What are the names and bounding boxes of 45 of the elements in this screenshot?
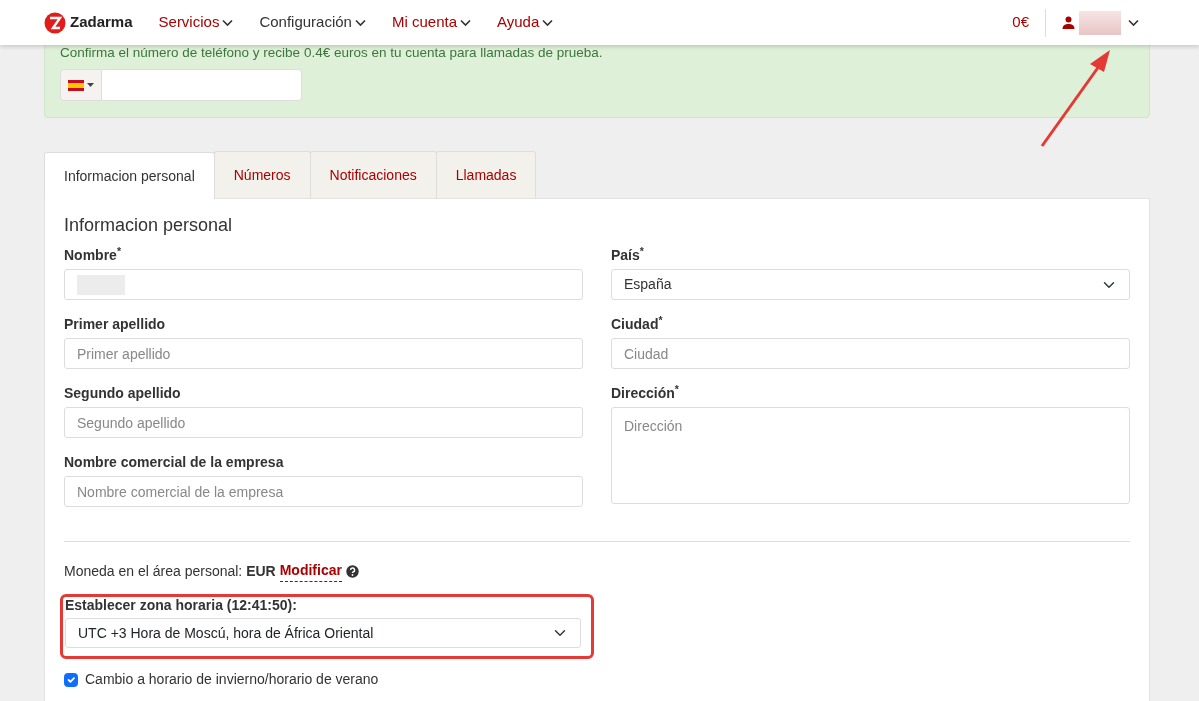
modify-link[interactable]: Modificar (279, 560, 342, 582)
phone-field[interactable] (102, 69, 302, 101)
logo-icon (44, 11, 66, 34)
chevron-icon (222, 18, 234, 27)
chevron-icon (460, 18, 471, 27)
banner-text: Confirma el número de teléfono y recibe 0.4€ euros en tu cuenta para llamadas de prueba. (60, 45, 604, 61)
caret-icon (87, 83, 94, 87)
chevron-icon (542, 18, 554, 27)
field-label: Ciudad$^{*}$ (611, 316, 664, 333)
dst-checkbox[interactable] (64, 672, 78, 687)
field-label: Dirección$^{*}$ (611, 385, 680, 402)
nav-menu-item[interactable]: Servicios (158, 11, 234, 34)
currency-text: Moneda en el área personal: EUR (64, 561, 276, 581)
nav-menu-item[interactable]: Mi cuenta (391, 11, 471, 34)
field-label: Segundo apellido (64, 385, 182, 402)
balance[interactable]: 0€ (1012, 11, 1045, 34)
field-label: Nombre$^{*}$ (64, 247, 122, 264)
timezone-select[interactable]: UTC +3 Hora de Moscú, hora de África Oriental (65, 618, 581, 648)
field-label: País$^{*}$ (611, 247, 645, 264)
checkbox-label: Cambio a horario de invierno/horario de verano (85, 671, 379, 687)
country-code-button[interactable] (60, 69, 102, 101)
country-select[interactable]: España (611, 269, 1130, 300)
tab[interactable]: Informacion personal (44, 152, 215, 199)
field-label: Primer apellido (64, 316, 167, 333)
tab[interactable]: Notificaciones (309, 151, 437, 198)
field-label: Nombre comercial de la empresa (64, 454, 285, 471)
section-title: Informacion personal (64, 214, 234, 237)
help-icon[interactable] (345, 564, 359, 578)
timezone-label: Establecer zona horaria (12:41:50): (65, 597, 298, 614)
flag-icon (68, 79, 84, 91)
name-field[interactable] (64, 269, 583, 300)
tab[interactable]: Llamadas (435, 151, 537, 198)
brand-name[interactable]: Zadarma (70, 11, 133, 34)
chevron-icon (1128, 18, 1139, 27)
chevron-icon (354, 18, 366, 27)
input-field[interactable]: Primer apellido (64, 338, 583, 369)
input-field[interactable]: Nombre comercial de la empresa (64, 476, 583, 507)
user-icon[interactable] (1062, 16, 1075, 29)
blurred-name (1079, 10, 1121, 35)
nav-menu-item[interactable]: Configuración (259, 11, 366, 34)
nav-menu-item[interactable]: Ayuda (497, 11, 554, 34)
input-field[interactable]: Ciudad (611, 338, 1130, 369)
address-field[interactable]: Dirección (611, 407, 1130, 504)
tab[interactable]: Números (213, 151, 311, 198)
input-field[interactable]: Segundo apellido (64, 407, 583, 438)
